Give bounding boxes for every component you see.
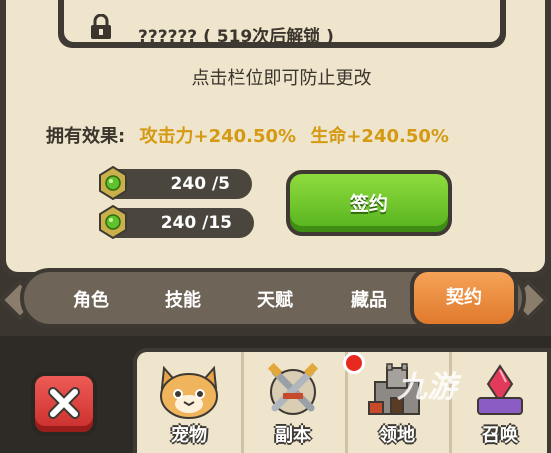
effects-label: 拥有效果:: [46, 126, 126, 147]
summon-icon: [477, 364, 523, 415]
green-gem-icon: [99, 166, 127, 200]
hint-text: 点击栏位即可防止更改: [191, 68, 372, 89]
lock-icon: [91, 14, 111, 39]
nav-territory-label: 领地: [379, 425, 415, 446]
sign-button-label: 签约: [349, 193, 388, 215]
nav-pets[interactable]: 宠物: [137, 352, 244, 453]
watermark-logo: 九游: [397, 370, 457, 405]
tab-skills[interactable]: 技能: [138, 286, 228, 312]
tab-collection[interactable]: 藏品: [324, 286, 414, 312]
close-icon: [48, 387, 80, 419]
locked-slot[interactable]: ?????? ( 519次后解锁 ): [58, 0, 506, 48]
nav-summon-label: 召唤: [482, 425, 518, 446]
cost-row-1: 240 /5: [99, 166, 252, 200]
attack-effect: 攻击力+240.50%: [139, 126, 297, 147]
cost-amount-1: 240 /5: [170, 174, 230, 194]
nav-dungeon-label: 副本: [275, 425, 311, 446]
notification-dot: [343, 352, 365, 374]
tab-bar: 角色 技能 天赋 藏品 契约: [20, 268, 526, 328]
owned-effects: 拥有效果: 攻击力+240.50% 生命+240.50%: [46, 122, 449, 148]
crossed-swords-icon: [267, 362, 319, 415]
close-button[interactable]: [31, 372, 97, 436]
nav-pets-label: 宠物: [171, 425, 207, 446]
sign-contract-button[interactable]: 签约: [286, 170, 452, 236]
nav-dungeon[interactable]: 副本: [241, 352, 348, 453]
contract-panel: ?????? ( 519次后解锁 ) 点击栏位即可防止更改 拥有效果: 攻击力+…: [0, 0, 551, 278]
bottom-nav-items: 宠物 副本 领地 召唤: [133, 348, 551, 453]
cost-amount-2: 240 /15: [160, 213, 232, 233]
nav-summon[interactable]: 召唤: [449, 352, 551, 453]
cost-row-2: 240 /15: [99, 205, 254, 239]
tab-role[interactable]: 角色: [46, 286, 136, 312]
cat-icon: [160, 365, 218, 419]
green-gem-icon: [99, 205, 127, 239]
tab-talent[interactable]: 天赋: [230, 286, 320, 312]
life-effect: 生命+240.50%: [310, 126, 449, 147]
lock-text: ?????? ( 519次后解锁 ): [138, 27, 334, 47]
tab-contract[interactable]: 契约: [410, 268, 518, 328]
